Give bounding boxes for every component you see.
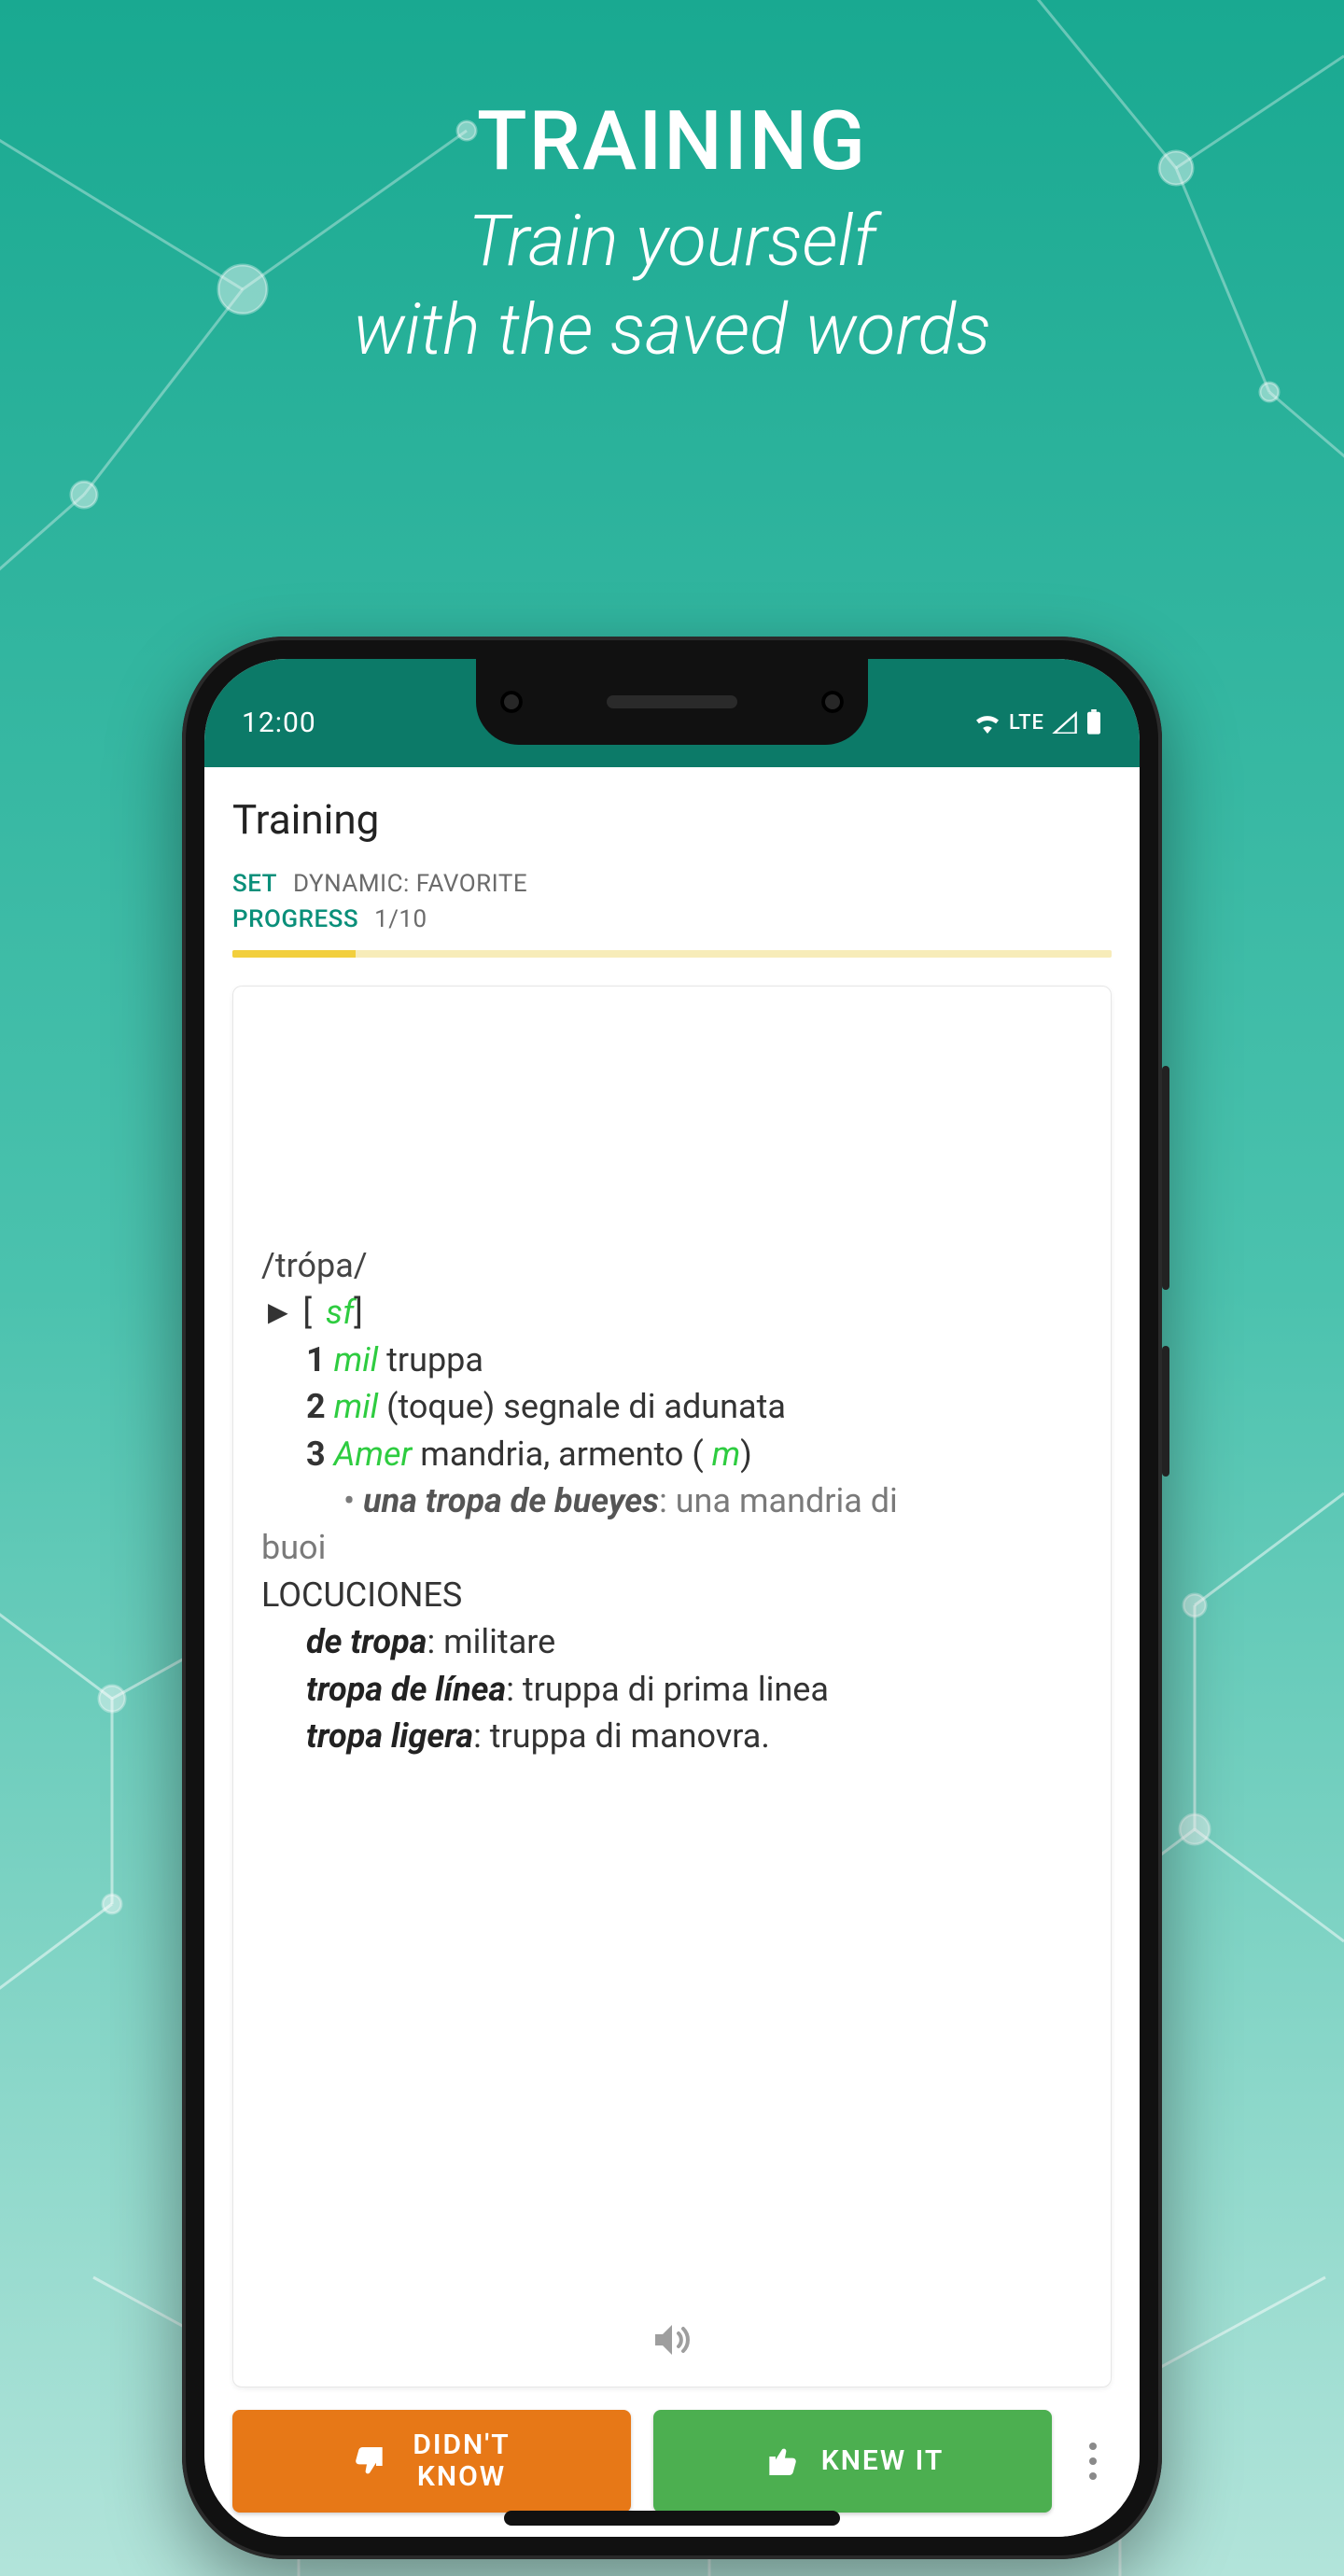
speaker-icon (650, 2317, 694, 2362)
phone-frame: 12:00 LTE Training SET DYNAMIC: FAVORITE… (182, 637, 1162, 2559)
home-indicator (504, 2511, 840, 2526)
didnt-know-label: DIDN'TKNOW (413, 2429, 510, 2494)
progress-label: PROGRESS (232, 905, 358, 933)
dictionary-entry: /trópa/ ► [ sf] 1 mil truppa 2 mil (toqu… (261, 1242, 1083, 1759)
example-1: • una tropa de bueyes: una mandria di (306, 1477, 1083, 1524)
phone-notch (476, 659, 868, 745)
promo-title: TRAINING (0, 93, 1344, 189)
flashcard[interactable]: /trópa/ ► [ sf] 1 mil truppa 2 mil (toqu… (232, 986, 1112, 2387)
knew-it-button[interactable]: KNEW IT (653, 2410, 1052, 2513)
locutions-header: LOCUCIONES (261, 1572, 1083, 1618)
promo-subtitle: Train yourself with the saved words (0, 197, 1344, 374)
locution-2: tropa de línea: truppa di prima linea (261, 1666, 1083, 1713)
definition-1: 1 mil truppa (306, 1337, 1083, 1383)
action-row: DIDN'TKNOW KNEW IT (219, 2410, 1125, 2513)
locution-1: de tropa: militare (261, 1618, 1083, 1665)
app-content: Training SET DYNAMIC: FAVORITE PROGRESS … (204, 767, 1140, 2537)
set-value: DYNAMIC: FAVORITE (293, 870, 527, 898)
progress-bar (232, 950, 1112, 958)
pos-marker: ► [ (261, 1293, 320, 1332)
example-1-cont: buoi (261, 1524, 1083, 1571)
signal-icon (1052, 711, 1078, 734)
definition-3: 3 Amer mandria, armento ( m) (306, 1431, 1083, 1477)
status-time: 12:00 (242, 707, 316, 739)
thumbs-up-icon (762, 2443, 799, 2480)
didnt-know-button[interactable]: DIDN'TKNOW (232, 2410, 631, 2513)
wifi-icon (973, 711, 1001, 734)
progress-value: 1/10 (374, 905, 427, 933)
promo-block: TRAINING Train yourself with the saved w… (0, 93, 1344, 374)
battery-icon (1085, 709, 1102, 735)
locution-3: tropa ligera: truppa di manovra. (261, 1713, 1083, 1759)
status-network-label: LTE (1009, 711, 1044, 735)
part-of-speech: sf (326, 1293, 354, 1332)
pronunciation: /trópa/ (261, 1242, 1083, 1289)
page-title: Training (219, 786, 1125, 870)
more-menu-button[interactable] (1074, 2443, 1112, 2480)
set-label: SET (232, 870, 277, 898)
pronounce-button[interactable] (644, 2312, 700, 2368)
thumbs-down-icon (353, 2443, 390, 2480)
definition-2: 2 mil (toque) segnale di adunata (306, 1383, 1083, 1430)
training-meta: SET DYNAMIC: FAVORITE PROGRESS 1/10 (219, 870, 1125, 941)
knew-it-label: KNEW IT (821, 2445, 945, 2478)
